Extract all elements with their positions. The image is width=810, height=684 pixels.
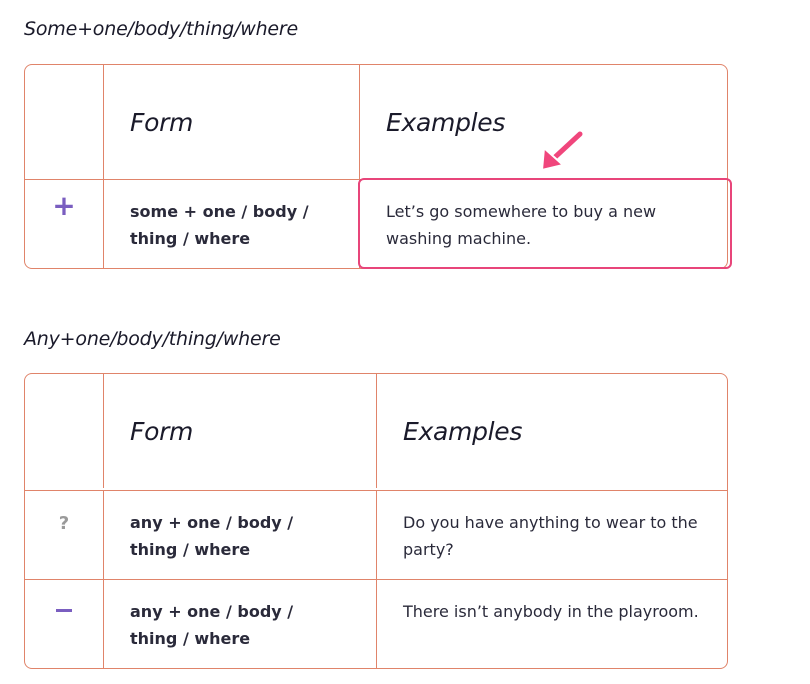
form-cell: some + one / body / thing / where: [103, 180, 359, 268]
header-examples: Examples: [386, 107, 506, 137]
example-text: Let’s go somewhere to buy a new washing …: [386, 202, 657, 248]
table-some: Form Examples + some + one / body / thin…: [24, 64, 732, 269]
header-form-cell: Form: [103, 65, 359, 179]
table-row: + some + one / body / thing / where Let’…: [25, 179, 727, 268]
form-cell: any + one / body / thing / where: [103, 580, 376, 668]
example-cell: Let’s go somewhere to buy a new washing …: [359, 180, 727, 268]
section-title-some: Some+one/body/thing/where: [24, 18, 298, 40]
arrow-down-left-icon: [541, 129, 585, 171]
example-text: There isn’t anybody in the playroom.: [403, 602, 699, 621]
form-cell: any + one / body / thing / where: [103, 491, 376, 579]
question-icon: ?: [58, 513, 70, 534]
form-text: any + one / body / thing / where: [130, 513, 294, 559]
header-symbol-cell: [25, 374, 103, 488]
header-symbol-cell: [25, 65, 103, 179]
table-any: Form Examples ? any + one / body / thing…: [24, 373, 728, 669]
table-header-row: Form Examples: [25, 65, 727, 179]
minus-icon: [56, 609, 72, 612]
plus-icon: +: [52, 189, 76, 222]
form-text: any + one / body / thing / where: [130, 602, 294, 648]
example-text: Do you have anything to wear to the part…: [403, 513, 698, 559]
header-form: Form: [130, 107, 194, 137]
section-title-any: Any+one/body/thing/where: [24, 328, 281, 350]
table-row: ? any + one / body / thing / where Do yo…: [25, 490, 727, 579]
form-text: some + one / body / thing / where: [130, 202, 309, 248]
header-form: Form: [130, 416, 194, 446]
symbol-cell: +: [25, 180, 103, 268]
symbol-cell: ?: [25, 491, 103, 579]
table-header-row: Form Examples: [25, 374, 727, 490]
example-cell: Do you have anything to wear to the part…: [376, 491, 727, 579]
header-form-cell: Form: [103, 374, 376, 488]
example-cell: There isn’t anybody in the playroom.: [376, 580, 727, 668]
table-row: any + one / body / thing / where There i…: [25, 579, 727, 668]
header-examples-cell: Examples: [376, 374, 727, 488]
symbol-cell: [25, 580, 103, 668]
header-examples: Examples: [403, 416, 523, 446]
